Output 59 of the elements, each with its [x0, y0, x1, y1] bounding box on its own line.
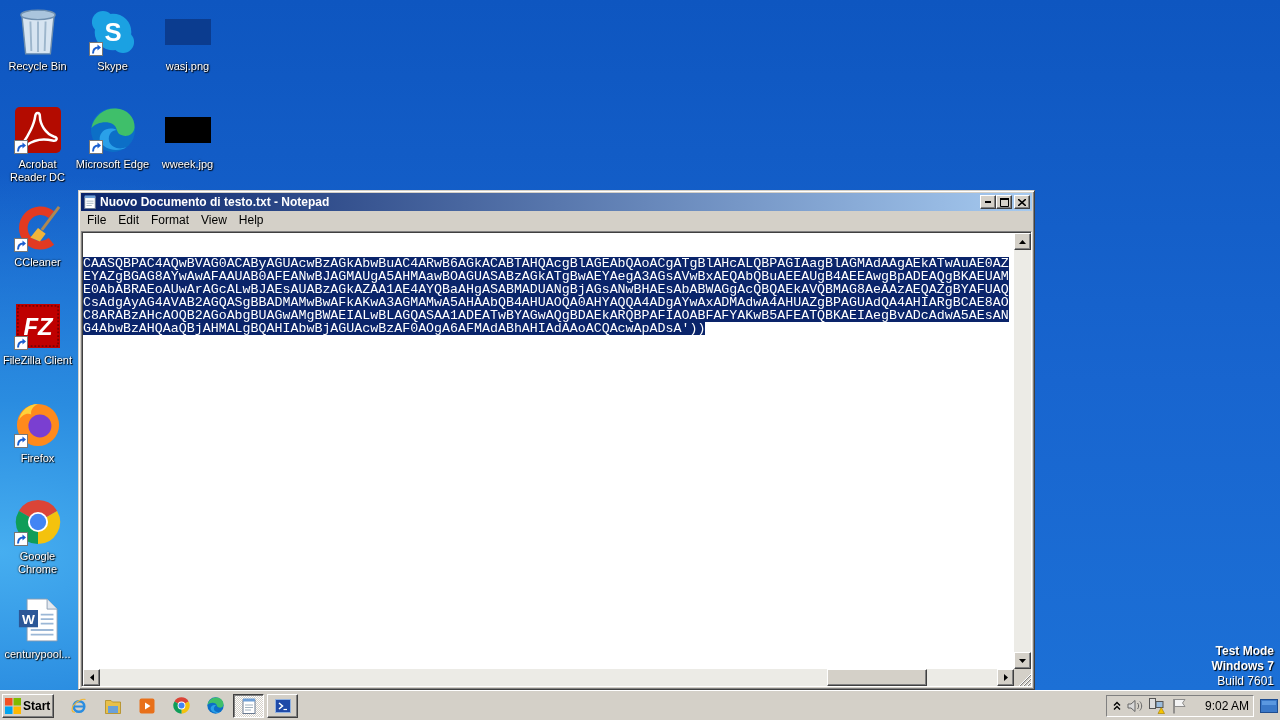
menu-item[interactable]: Edit	[112, 212, 146, 229]
desktop-icon-label[interactable]: CCleaner	[14, 256, 61, 269]
chevron-up-icon[interactable]	[1113, 700, 1121, 711]
menu-item[interactable]: View	[195, 212, 233, 229]
terminal-icon	[274, 697, 291, 714]
recycle-bin-icon[interactable]	[18, 9, 57, 55]
desktop-icon-label[interactable]: wweek.jpg	[161, 158, 214, 171]
system-notice-text: Windows 7	[1211, 659, 1274, 674]
menu-item[interactable]: File	[81, 212, 113, 229]
flag-icon[interactable]	[1171, 697, 1187, 714]
size-grip-icon[interactable]	[1019, 674, 1031, 686]
desktop-icon-label[interactable]: Recycle Bin	[8, 60, 67, 73]
menu-item[interactable]: Help	[232, 212, 270, 229]
speaker-icon[interactable]	[1127, 697, 1143, 714]
swirl-icon[interactable]	[206, 697, 224, 714]
image-thumbnail[interactable]	[164, 19, 211, 45]
system-notice-text: Test Mode	[1215, 644, 1274, 659]
swoosh-logo-icon[interactable]	[14, 107, 61, 153]
clock[interactable]: 9:02 AM	[1204, 698, 1249, 713]
close-icon	[1018, 198, 1026, 206]
fz-logo-icon[interactable]: FZ	[15, 304, 60, 348]
network-warning-icon[interactable]	[1149, 697, 1165, 714]
terminal-task-button[interactable]	[267, 693, 299, 718]
maximize-button[interactable]	[996, 195, 1012, 209]
show-desktop-icon[interactable]	[1260, 698, 1278, 713]
round-browser-icon[interactable]	[172, 697, 190, 714]
desktop-icon-label[interactable]: Acrobat Reader DC	[0, 158, 75, 184]
minimize-icon	[985, 201, 991, 203]
start-button[interactable]: Start	[2, 693, 55, 718]
window-title: Nuovo Documento di testo.txt - Notepad	[100, 195, 330, 209]
system-notice-text: Build 7601	[1217, 674, 1274, 689]
scroll-right-button[interactable]	[997, 669, 1014, 686]
close-button[interactable]	[1014, 195, 1030, 209]
notepad-task-button[interactable]	[233, 693, 265, 718]
scroll-down-button[interactable]	[1014, 652, 1031, 669]
desktop-icon-label[interactable]: FileZilla Client	[2, 354, 73, 367]
right-arrow-icon	[1003, 674, 1008, 681]
notepad-icon	[240, 697, 257, 714]
notepad-icon	[83, 195, 97, 209]
maximize-icon	[999, 197, 1009, 207]
disc-logo-icon[interactable]	[14, 401, 61, 447]
minimize-button[interactable]	[980, 195, 996, 209]
swirl-logo-icon[interactable]	[89, 107, 136, 153]
image-thumbnail[interactable]	[164, 117, 211, 143]
vertical-scrollbar[interactable]	[1014, 233, 1031, 669]
desktop-icon-label[interactable]: wasj.png	[165, 60, 210, 73]
scroll-up-button[interactable]	[1014, 233, 1031, 250]
down-arrow-icon	[1019, 658, 1026, 663]
play-icon[interactable]	[139, 697, 156, 714]
up-arrow-icon	[1019, 239, 1026, 244]
left-arrow-icon	[89, 674, 94, 681]
scroll-left-button[interactable]	[83, 669, 100, 686]
four-pane-flag-icon	[5, 697, 21, 714]
horizontal-scrollbar[interactable]	[83, 669, 1014, 686]
desktop-icon-label[interactable]: Microsoft Edge	[75, 158, 150, 171]
scrollbar-thumb[interactable]	[826, 669, 927, 686]
menu-item[interactable]: Format	[145, 212, 196, 229]
desktop-icon-label[interactable]: Skype	[97, 60, 128, 73]
browser-logo-icon[interactable]	[14, 499, 61, 545]
